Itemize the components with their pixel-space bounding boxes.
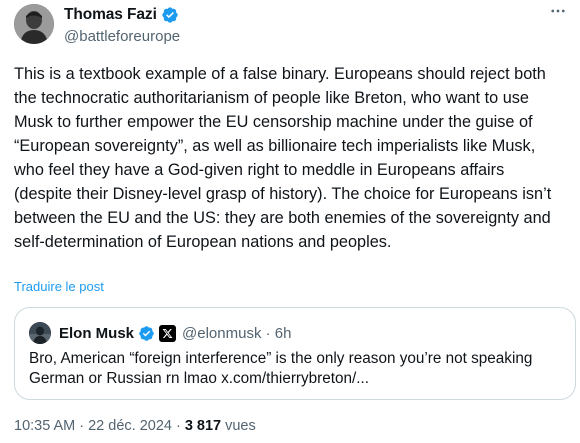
tweet: Thomas Fazi @battleforeurope This is a t…	[0, 0, 580, 443]
quoted-author-name[interactable]: Elon Musk	[59, 325, 134, 342]
meta-separator: ·	[79, 418, 85, 434]
meta-separator: ·	[175, 418, 181, 434]
quoted-handle-time[interactable]: @elonmusk · 6h	[182, 325, 291, 342]
quoted-text: Bro, American “foreign interference” is …	[29, 350, 533, 387]
author-name-row: Thomas Fazi	[64, 5, 180, 25]
x-logo-icon[interactable]	[159, 324, 177, 342]
tweet-date[interactable]: 22 déc. 2024	[88, 418, 172, 434]
tweet-text: This is a textbook example of a false bi…	[14, 65, 556, 251]
quoted-tweet[interactable]: Elon Musk @elonmusk · 6h Bro, American “…	[14, 307, 576, 400]
author-avatar[interactable]	[14, 4, 54, 44]
author-name[interactable]: Thomas Fazi	[64, 6, 157, 24]
quoted-header: Elon Musk @elonmusk · 6h	[59, 323, 291, 343]
quoted-author-avatar[interactable]	[29, 322, 51, 344]
tweet-time[interactable]: 10:35 AM	[14, 418, 75, 434]
verified-badge-icon[interactable]	[138, 325, 155, 342]
verified-badge-icon[interactable]	[161, 6, 179, 24]
author-block: Thomas Fazi @battleforeurope	[64, 5, 180, 45]
tweet-meta: 10:35 AM · 22 déc. 2024 · 3 817 vues	[14, 418, 256, 434]
translate-link[interactable]: Traduire le post	[14, 279, 104, 294]
author-handle[interactable]: @battleforeurope	[64, 28, 180, 45]
views-count: 3 817	[184, 418, 222, 434]
more-options-icon[interactable]	[544, 0, 572, 22]
views-label: vues	[225, 418, 256, 434]
